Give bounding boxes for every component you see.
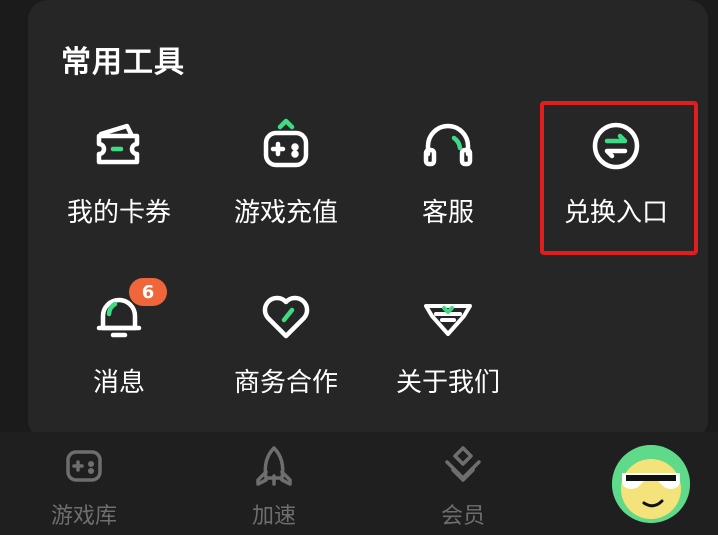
nav-label: 加速 xyxy=(251,504,296,529)
gamepad-recharge-icon xyxy=(258,118,314,174)
nav-label: 游戏库 xyxy=(50,504,117,529)
bell-icon: 6 xyxy=(91,278,167,344)
tool-label: 消息 xyxy=(92,368,145,398)
exchange-entry-highlight xyxy=(540,101,698,255)
unread-count-badge: 6 xyxy=(129,278,167,306)
card-coupon-icon xyxy=(91,118,147,174)
mascot-avatar[interactable] xyxy=(612,445,690,523)
tool-label: 客服 xyxy=(421,198,474,228)
tool-about-us[interactable]: 关于我们 xyxy=(363,288,533,438)
logo-wings-icon xyxy=(420,288,476,344)
vip-diamond-icon xyxy=(445,446,481,482)
panel-title: 常用工具 xyxy=(61,45,185,80)
tool-label: 关于我们 xyxy=(395,368,500,398)
nav-game-library[interactable]: 游戏库 xyxy=(29,444,139,530)
tool-label: 商务合作 xyxy=(233,368,338,398)
rocket-icon xyxy=(256,446,292,486)
mascot-face-icon xyxy=(612,445,690,523)
nav-membership[interactable]: 会员 xyxy=(408,444,518,530)
tool-label: 游戏充值 xyxy=(233,198,338,228)
heart-handshake-icon xyxy=(258,288,314,344)
nav-label: 会员 xyxy=(440,504,485,529)
tool-customer-service[interactable]: 客服 xyxy=(363,118,533,268)
gamepad-icon xyxy=(66,450,102,482)
bottom-navigation: 游戏库 加速 会员 xyxy=(0,432,718,535)
tool-business-cooperation[interactable]: 商务合作 xyxy=(201,288,371,438)
tool-my-coupons[interactable]: 我的卡券 xyxy=(34,118,204,268)
tool-label: 我的卡券 xyxy=(66,198,171,228)
nav-accelerate[interactable]: 加速 xyxy=(219,444,329,530)
tool-game-recharge[interactable]: 游戏充值 xyxy=(201,118,371,268)
tool-messages[interactable]: 6 消息 xyxy=(34,278,204,438)
headset-icon xyxy=(420,118,476,174)
